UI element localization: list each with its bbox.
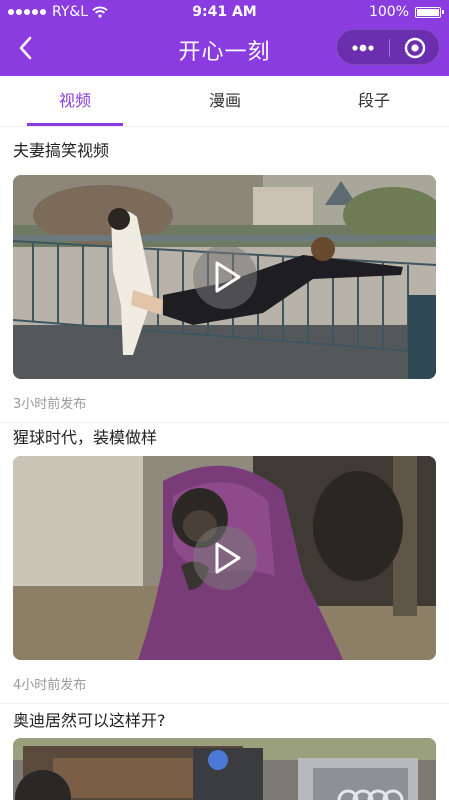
target-circle-icon [404,37,426,59]
play-button[interactable] [192,526,257,590]
navigation-bar: 开心一刻 [0,24,449,76]
category-tabs: 视频 漫画 段子 [0,76,449,127]
publish-time: 3小时前发布 [0,379,449,423]
battery-icon [415,6,444,18]
more-button[interactable] [337,30,389,66]
publish-time: 4小时前发布 [0,660,449,704]
video-title: 夫妻搞笑视频 [13,141,110,160]
tab-jokes[interactable]: 段子 [299,76,449,126]
header-region: RY&L 9:41 AM 100% 开心一刻 [0,0,449,76]
list-item[interactable]: 奥迪居然可以这样开? [0,704,449,800]
video-thumbnail[interactable] [13,738,436,800]
list-item[interactable]: 猩球时代，装模做样 4小时前发布 [0,423,449,704]
close-mini-program-button[interactable] [390,30,441,66]
play-button[interactable] [192,245,257,309]
app-screen: RY&L 9:41 AM 100% 开心一刻 视频 漫画 段子 夫妻搞笑视频 3… [0,0,449,800]
more-dots-icon [352,44,374,52]
status-right: 100% [368,4,444,20]
tab-video[interactable]: 视频 [0,76,150,126]
play-icon [215,542,240,574]
active-tab-indicator [27,123,123,126]
play-icon [215,261,240,293]
tab-jokes-label: 段子 [357,91,390,110]
video-feed: 夫妻搞笑视频 3小时前发布 猩球时代，装模做样 4小时前发布 奥迪居然可以这样开… [0,127,449,800]
tab-comics[interactable]: 漫画 [150,76,300,126]
battery-percent: 100% [368,4,409,20]
tab-video-label: 视频 [58,91,91,110]
video-thumbnail[interactable] [13,456,436,660]
video-thumbnail[interactable] [13,175,436,379]
tab-comics-label: 漫画 [208,91,241,110]
status-bar: RY&L 9:41 AM 100% [0,0,449,24]
video-title: 奥迪居然可以这样开? [13,711,166,730]
mini-program-capsule [336,29,440,65]
list-item[interactable]: 夫妻搞笑视频 3小时前发布 [0,127,449,423]
video-title: 猩球时代，装模做样 [13,428,158,447]
audi-vehicle-photo [13,738,436,800]
